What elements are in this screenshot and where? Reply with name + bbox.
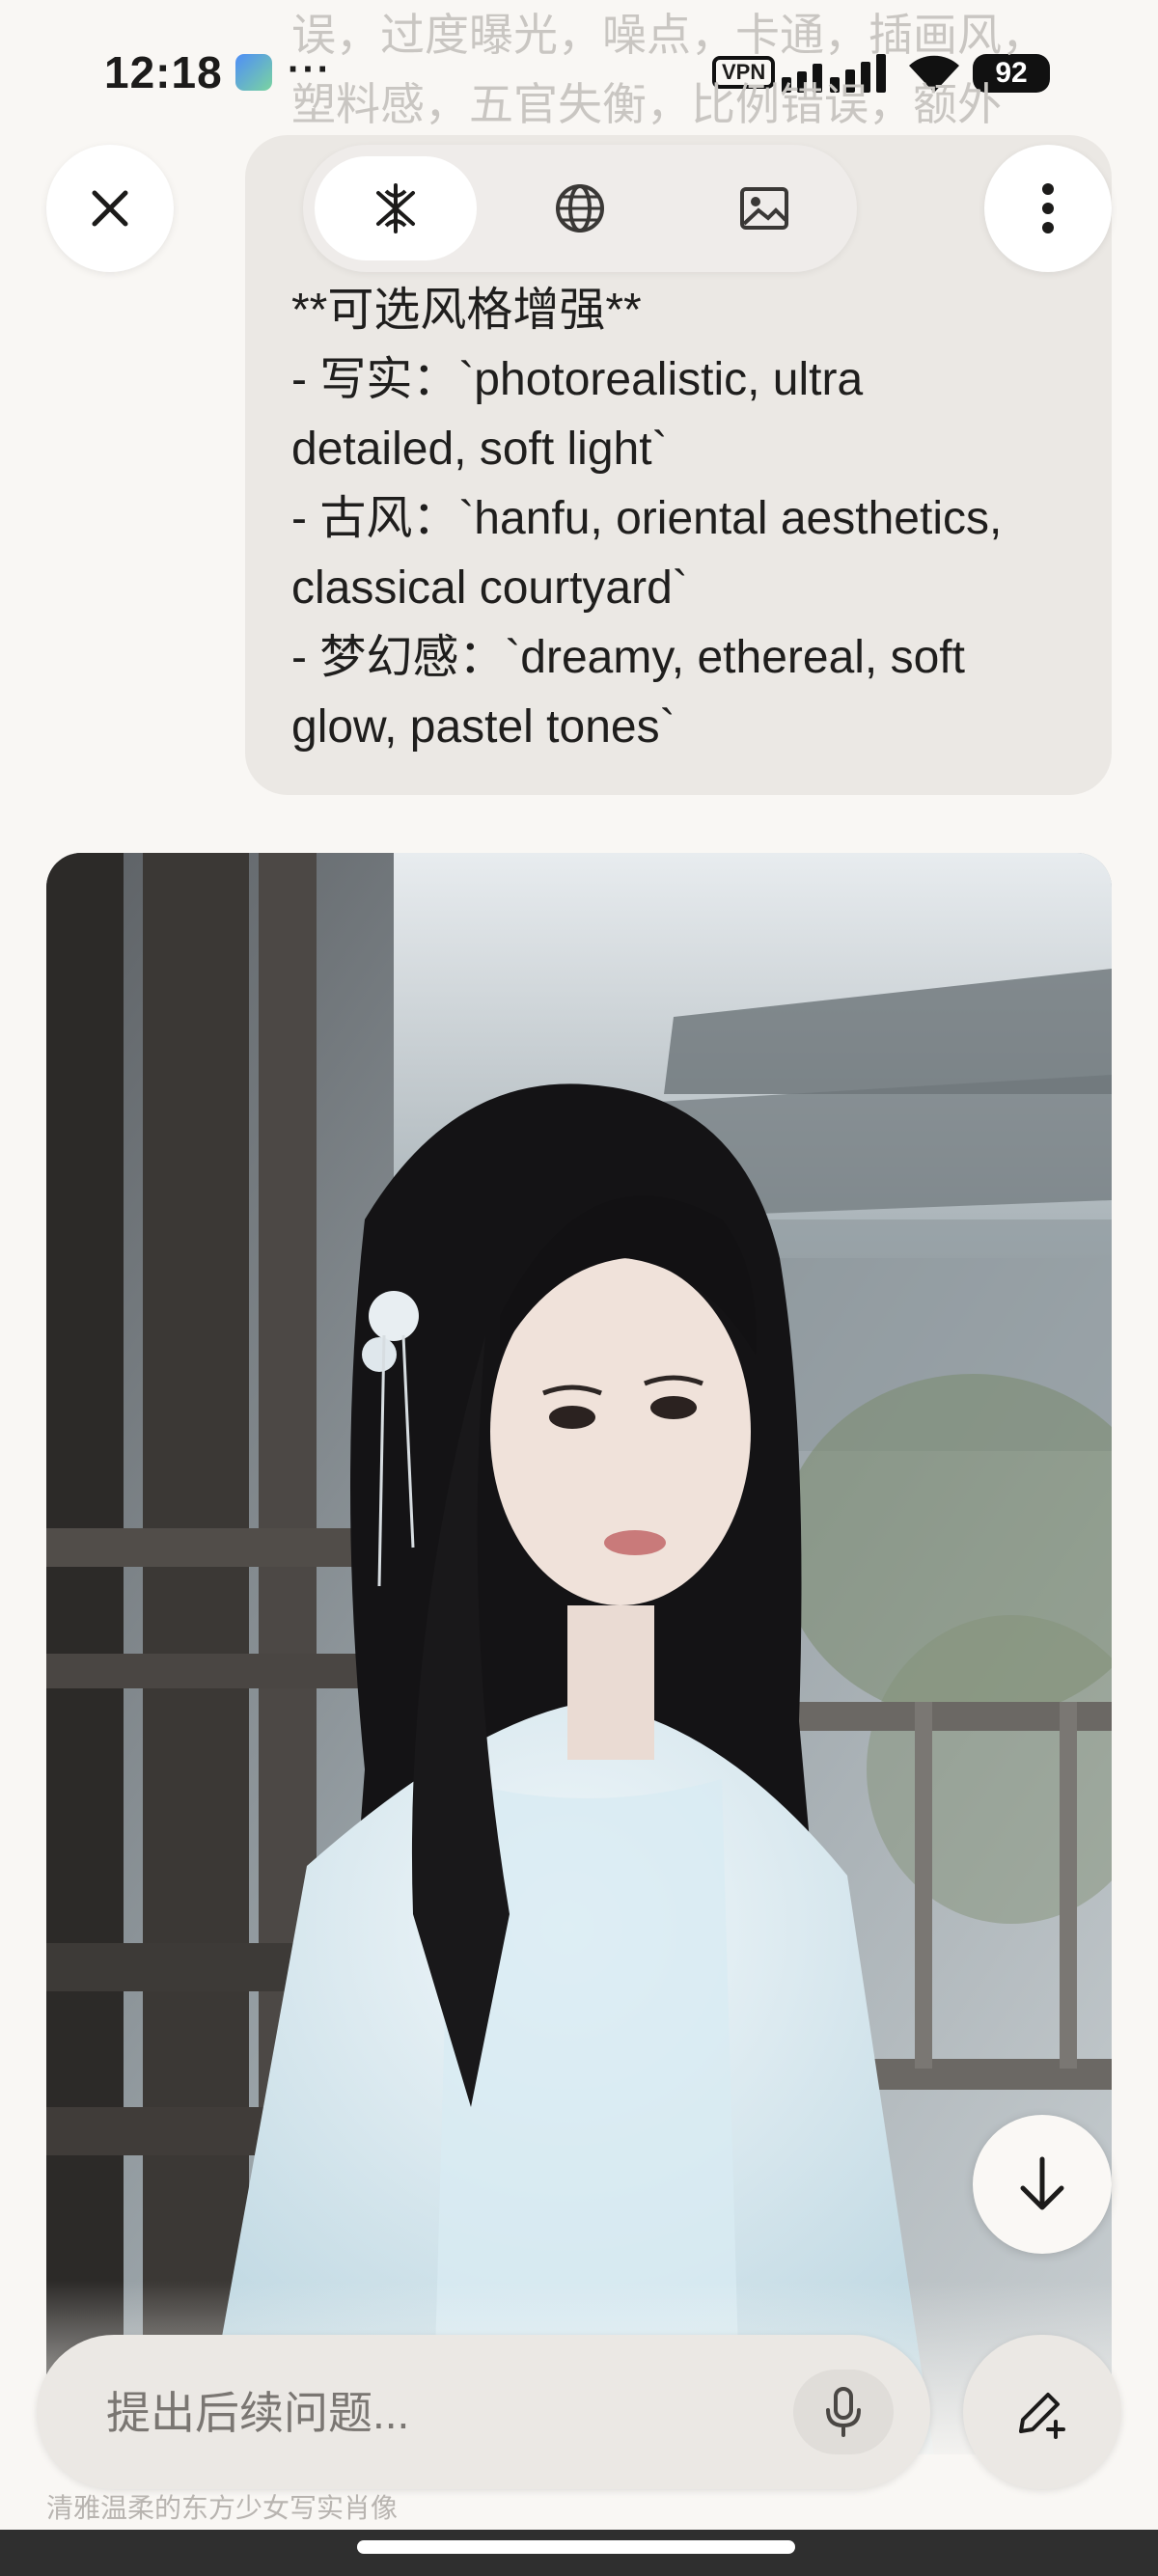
message-line: glow, pastel tones` (291, 701, 676, 753)
close-button[interactable] (46, 145, 174, 272)
microphone-icon (826, 2387, 861, 2437)
message-line: **可选风格增强** (291, 285, 642, 336)
faded-line: 塑料感，五官失衡，比例错误，额外 (291, 79, 1002, 129)
tab-web[interactable] (499, 156, 661, 260)
tab-sparkle[interactable] (315, 156, 477, 260)
pencil-plus-icon (1019, 2393, 1065, 2439)
sparkle-icon (376, 183, 415, 233)
new-chat-button[interactable] (963, 2335, 1121, 2489)
faded-line: 误，过度曝光，噪点，卡通，插画风， (291, 10, 1046, 60)
message-line: detailed, soft light` (291, 424, 668, 475)
follow-up-input[interactable] (104, 2373, 784, 2453)
portrait-illustration (46, 853, 1112, 2454)
tab-image[interactable] (683, 156, 845, 260)
more-options-button[interactable] (984, 145, 1112, 272)
voice-input-button[interactable] (793, 2370, 894, 2454)
app-notification-icon (235, 54, 272, 91)
scroll-to-bottom-button[interactable] (973, 2115, 1112, 2254)
message-line: classical courtyard` (291, 562, 688, 614)
close-icon (92, 190, 128, 227)
mode-switcher (303, 145, 857, 272)
kebab-menu-icon (1042, 183, 1054, 233)
status-time: 12:18 (104, 47, 223, 97)
generated-image[interactable] (46, 853, 1112, 2454)
globe-icon (556, 184, 604, 233)
message-line: - 梦幻感：`dreamy, ethereal, soft (291, 632, 965, 683)
message-text: **可选风格增强** - 写实：`photorealistic, ultra d… (291, 276, 1083, 762)
arrow-down-icon (1020, 2156, 1064, 2210)
home-indicator[interactable] (357, 2540, 795, 2554)
image-icon (740, 187, 788, 230)
image-caption: 清雅温柔的东方少女写实肖像 (46, 2493, 399, 2523)
composer (37, 2335, 930, 2489)
message-line: - 古风：`hanfu, oriental aesthetics, (291, 493, 1003, 544)
message-line: - 写实：`photorealistic, ultra (291, 354, 864, 405)
